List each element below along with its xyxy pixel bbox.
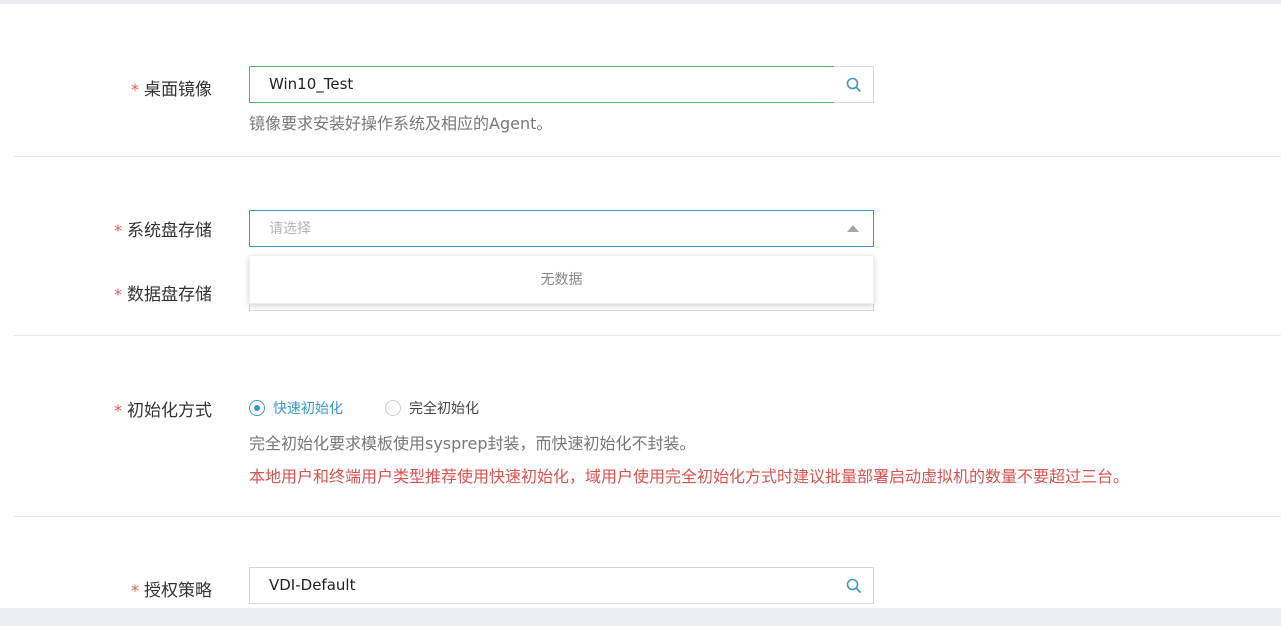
init-method-help: 完全初始化要求模板使用sysprep封装，而快速初始化不封装。 <box>249 434 696 453</box>
search-icon <box>846 578 861 593</box>
required-mark: * <box>114 285 122 304</box>
divider <box>14 335 1281 336</box>
divider <box>14 516 1281 517</box>
radio-quick-init-label: 快速初始化 <box>273 401 343 417</box>
desktop-image-input[interactable]: Win10_Test <box>249 66 835 103</box>
system-disk-storage-placeholder: 请选择 <box>269 221 311 237</box>
system-disk-storage-select[interactable]: 请选择 <box>249 210 874 247</box>
radio-checked-icon <box>249 400 265 416</box>
auth-policy-label: * 授权策略 <box>131 581 212 601</box>
required-mark: * <box>131 80 139 99</box>
desktop-image-value: Win10_Test <box>269 75 354 93</box>
required-mark: * <box>131 581 139 600</box>
desktop-image-search-button[interactable] <box>834 66 874 103</box>
desktop-image-label: * 桌面镜像 <box>131 80 212 100</box>
radio-unchecked-icon <box>385 400 401 416</box>
auth-policy-value: VDI-Default <box>269 576 356 594</box>
required-mark: * <box>114 401 122 420</box>
required-mark: * <box>114 221 122 240</box>
radio-full-init[interactable]: 完全初始化 <box>385 398 479 418</box>
init-method-warning: 本地用户和终端用户类型推荐使用快速初始化，域用户使用完全初始化方式时建议批量部署… <box>249 467 1130 486</box>
divider <box>14 156 1281 157</box>
init-method-label: * 初始化方式 <box>114 401 212 421</box>
radio-quick-init[interactable]: 快速初始化 <box>249 398 343 418</box>
system-disk-storage-label: * 系统盘存储 <box>114 221 212 241</box>
radio-full-init-label: 完全初始化 <box>409 401 479 417</box>
system-disk-storage-dropdown: 无数据 <box>249 255 874 304</box>
caret-up-icon <box>847 225 859 232</box>
search-icon <box>846 77 861 92</box>
dropdown-empty-text: 无数据 <box>540 272 583 288</box>
auth-policy-input[interactable]: VDI-Default <box>249 567 835 604</box>
bottom-bar <box>0 608 1281 626</box>
auth-policy-search-button[interactable] <box>834 567 874 604</box>
top-bar <box>0 0 1281 4</box>
data-disk-storage-label: * 数据盘存储 <box>114 285 212 305</box>
desktop-image-help: 镜像要求安装好操作系统及相应的Agent。 <box>249 114 553 133</box>
